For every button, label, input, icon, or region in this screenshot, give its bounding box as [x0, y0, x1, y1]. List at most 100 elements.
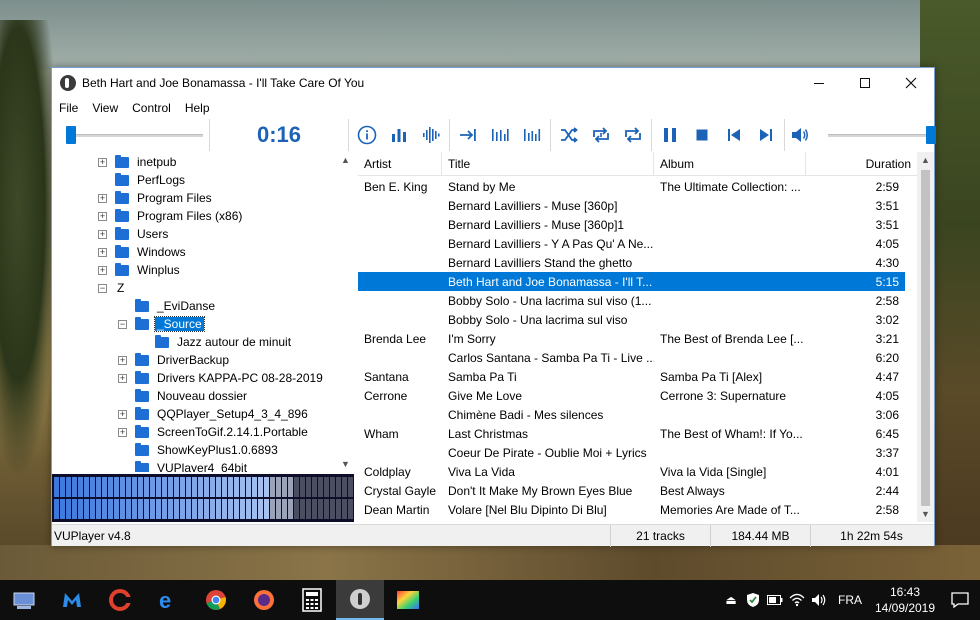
menu-control[interactable]: Control [125, 101, 178, 115]
peak-meter-button[interactable] [516, 119, 548, 151]
tree-item[interactable]: PerfLogs [98, 171, 187, 189]
usb-icon[interactable]: ⏏ [720, 580, 742, 620]
expand-icon[interactable]: + [98, 157, 107, 167]
mute-button[interactable] [785, 119, 816, 151]
taskbar-clock[interactable]: 16:43 14/09/2019 [870, 584, 940, 616]
pause-button[interactable] [654, 119, 686, 151]
playlist-row[interactable]: Santana Samba Pa Ti Samba Pa Ti [Alex] 4:47 [358, 367, 905, 386]
previous-button[interactable] [718, 119, 750, 151]
color-app-button[interactable] [384, 580, 432, 620]
waveform-button[interactable] [415, 119, 447, 151]
tree-item[interactable]: Nouveau dossier [118, 387, 249, 405]
playlist-row[interactable]: Bernard Lavilliers - Y A Pas Qu' A Ne...… [358, 234, 905, 253]
playlist-row[interactable]: Crystal Gayle Don't It Make My Brown Eyes… [358, 481, 905, 500]
vuplayer-taskbar-button[interactable] [336, 580, 384, 620]
malwarebytes-button[interactable] [48, 580, 96, 620]
scroll-down-icon[interactable]: ▼ [917, 506, 934, 522]
expand-icon[interactable]: + [118, 355, 127, 365]
repeat-button[interactable] [617, 119, 649, 151]
tree-item[interactable]: + Program Files (x86) [98, 207, 244, 225]
tree-item[interactable]: + Windows [98, 243, 188, 261]
close-button[interactable] [888, 68, 934, 98]
minimize-button[interactable] [796, 68, 842, 98]
playlist-scrollbar[interactable]: ▲ ▼ [917, 152, 934, 522]
tree-item[interactable]: _EviDanse [118, 297, 217, 315]
edge-button[interactable]: e [144, 580, 192, 620]
network-drive-button[interactable] [0, 580, 48, 620]
wifi-icon[interactable] [786, 580, 808, 620]
shuffle-button[interactable] [553, 119, 585, 151]
tree-item[interactable]: + inetpub [98, 153, 178, 171]
playlist-row[interactable]: Coeur De Pirate - Oublie Moi + Lyrics 3:3… [358, 443, 905, 462]
title-bar[interactable]: Beth Hart and Joe Bonamassa - I'll Take … [52, 68, 934, 98]
menu-file[interactable]: File [52, 101, 85, 115]
tree-item[interactable]: Jazz autour de minuit [138, 333, 293, 351]
playlist-row[interactable]: Dean Martin Volare [Nel Blu Dipinto Di Bl… [358, 500, 905, 519]
ccleaner-button[interactable] [96, 580, 144, 620]
tree-item[interactable]: + Winplus [98, 261, 182, 279]
battery-icon[interactable] [764, 580, 786, 620]
playlist-row[interactable]: Bernard Lavilliers - Muse [360p] 3:51 [358, 196, 905, 215]
repeat-one-button[interactable] [585, 119, 617, 151]
maximize-button[interactable] [842, 68, 888, 98]
playlist-row[interactable]: Bernard Lavilliers Stand the ghetto 4:30 [358, 253, 905, 272]
spectrum-button[interactable] [484, 119, 516, 151]
playlist-row[interactable]: Ben E. King Stand by Me The Ultimate Colle… [358, 177, 905, 196]
playlist-row[interactable]: Carlos Santana - Samba Pa Ti - Live ... 6… [358, 348, 905, 367]
playlist-row[interactable]: Brenda Lee I'm Sorry The Best of Brenda Le… [358, 329, 905, 348]
playlist-row[interactable]: Bernard Lavilliers - Muse [360p]1 3:51 [358, 215, 905, 234]
scroll-up-icon[interactable]: ▲ [917, 152, 934, 168]
info-button[interactable] [351, 119, 383, 151]
calculator-button[interactable] [288, 580, 336, 620]
firefox-button[interactable] [240, 580, 288, 620]
menu-view[interactable]: View [85, 101, 125, 115]
expand-icon[interactable]: + [118, 409, 127, 419]
tree-item[interactable]: + QQPlayer_Setup4_3_4_896 [118, 405, 310, 423]
next-button[interactable] [750, 119, 782, 151]
collapse-icon[interactable]: − [98, 283, 107, 293]
expand-icon[interactable]: + [118, 427, 127, 437]
tree-item[interactable]: + Drivers KAPPA-PC 08-28-2019 [118, 369, 325, 387]
expand-icon[interactable]: + [98, 193, 107, 203]
position-thumb[interactable] [66, 126, 77, 144]
tree-item[interactable]: + ScreenToGif.2.14.1.Portable [118, 423, 310, 441]
notification-center-icon[interactable] [940, 580, 980, 620]
playlist-row[interactable]: Bobby Solo - Una lacrima sul viso (1... 2… [358, 291, 905, 310]
volume-slider[interactable] [822, 120, 937, 150]
expand-icon[interactable]: + [118, 373, 127, 383]
column-duration[interactable]: Duration [806, 152, 917, 176]
folder-tree[interactable]: + inetpub PerfLogs + Program Files + Program F… [52, 152, 354, 472]
column-album[interactable]: Album [654, 152, 806, 176]
folder-tree-scrollbar[interactable]: ▲ ▼ [337, 152, 354, 472]
playlist-row[interactable]: Chimène Badi - Mes silences 3:06 [358, 405, 905, 424]
scroll-down-icon[interactable]: ▼ [337, 456, 354, 472]
defender-shield-icon[interactable] [742, 580, 764, 620]
tree-item[interactable]: VUPlayer4_64bit [118, 459, 249, 472]
volume-thumb[interactable] [926, 126, 937, 144]
playlist-scroll-thumb[interactable] [921, 170, 930, 506]
expand-icon[interactable]: + [98, 211, 107, 221]
tree-item[interactable]: − _Source [118, 315, 205, 333]
language-indicator[interactable]: FRA [830, 580, 870, 620]
playlist-row[interactable]: Coldplay Viva La Vida Viva la Vida [Single… [358, 462, 905, 481]
equalizer-button[interactable] [383, 119, 415, 151]
column-title[interactable]: Title [442, 152, 654, 176]
playlist-row[interactable]: Cerrone Give Me Love Cerrone 3: Supernatur… [358, 386, 905, 405]
expand-icon[interactable]: + [98, 247, 107, 257]
scroll-up-icon[interactable]: ▲ [337, 152, 354, 168]
speaker-icon[interactable] [808, 580, 830, 620]
playlist-row[interactable]: Wham Last Christmas The Best of Wham!: If … [358, 424, 905, 443]
stop-button[interactable] [686, 119, 718, 151]
collapse-icon[interactable]: − [118, 319, 127, 329]
chrome-button[interactable] [192, 580, 240, 620]
column-artist[interactable]: Artist [358, 152, 442, 176]
expand-icon[interactable]: + [98, 265, 107, 275]
tree-item[interactable]: + Program Files [98, 189, 214, 207]
playlist-row[interactable]: Bobby Solo - Una lacrima sul viso 3:02 [358, 310, 905, 329]
playlist-row[interactable]: Beth Hart and Joe Bonamassa - I'll T... 5… [358, 272, 905, 291]
position-slider[interactable] [62, 120, 209, 150]
skip-to-end-button[interactable] [452, 119, 484, 151]
menu-help[interactable]: Help [178, 101, 217, 115]
tree-item[interactable]: ShowKeyPlus1.0.6893 [118, 441, 280, 459]
tree-item[interactable]: − Z [98, 279, 126, 297]
